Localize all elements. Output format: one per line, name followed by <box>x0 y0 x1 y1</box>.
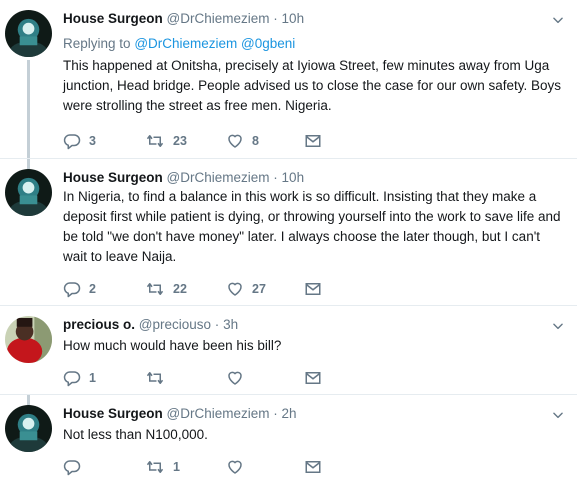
chevron-down-icon[interactable] <box>551 319 565 333</box>
tweet[interactable]: precious o. @preciouso · 3h How much wou… <box>0 306 577 394</box>
tweet-header: House Surgeon @DrChiemeziem · 2h <box>63 405 297 423</box>
timestamp[interactable]: 10h <box>282 170 305 185</box>
like-button[interactable] <box>226 457 252 477</box>
retweet-count: 1 <box>173 460 180 474</box>
avatar[interactable] <box>5 10 52 57</box>
like-icon <box>226 458 244 476</box>
retweet-icon <box>145 458 165 476</box>
timestamp[interactable]: 10h <box>282 11 305 26</box>
reply-icon <box>63 132 81 150</box>
separator-dot: · <box>273 170 278 185</box>
retweet-icon <box>145 280 165 298</box>
avatar[interactable] <box>5 405 52 452</box>
reply-icon <box>63 458 81 476</box>
retweet-button[interactable]: 22 <box>145 279 187 299</box>
reply-count: 3 <box>89 134 96 148</box>
like-icon <box>226 132 244 150</box>
retweet-button[interactable]: 23 <box>145 131 187 151</box>
retweet-count: 23 <box>173 134 187 148</box>
like-count: 8 <box>252 134 259 148</box>
tweet-text: Not less than N100,000. <box>63 427 208 442</box>
tweet[interactable]: House Surgeon @DrChiemeziem · 10h In Nig… <box>0 159 577 305</box>
direct-message-button[interactable] <box>304 279 322 299</box>
display-name[interactable]: precious o. <box>63 317 135 332</box>
replying-to-handles[interactable]: @DrChiemeziem @0gbeni <box>134 36 295 51</box>
direct-message-button[interactable] <box>304 131 322 151</box>
replying-to: Replying to @DrChiemeziem @0gbeni <box>63 35 295 53</box>
reply-icon <box>63 369 81 387</box>
tweet-header: House Surgeon @DrChiemeziem · 10h <box>63 169 304 187</box>
reply-button[interactable]: 2 <box>63 279 96 299</box>
display-name[interactable]: House Surgeon <box>63 170 163 185</box>
replying-to-label: Replying to <box>63 36 131 51</box>
reply-icon <box>63 280 81 298</box>
reply-button[interactable]: 3 <box>63 131 96 151</box>
separator-dot: · <box>273 406 278 421</box>
user-handle[interactable]: @DrChiemeziem <box>167 11 270 26</box>
user-handle[interactable]: @DrChiemeziem <box>167 406 270 421</box>
tweet-header: House Surgeon @DrChiemeziem · 10h <box>63 10 304 28</box>
retweet-button[interactable]: 1 <box>145 457 180 477</box>
like-button[interactable] <box>226 368 252 388</box>
retweet-icon <box>145 369 165 387</box>
tweet-text: How much would have been his bill? <box>63 338 282 353</box>
like-count: 27 <box>252 282 266 296</box>
tweet-header: precious o. @preciouso · 3h <box>63 316 238 334</box>
mail-icon <box>304 369 322 387</box>
avatar[interactable] <box>5 316 52 363</box>
timestamp[interactable]: 3h <box>223 317 238 332</box>
retweet-count: 22 <box>173 282 187 296</box>
chevron-down-icon[interactable] <box>551 13 565 27</box>
reply-button[interactable] <box>63 457 89 477</box>
timestamp[interactable]: 2h <box>282 406 297 421</box>
reply-count: 1 <box>89 371 96 385</box>
mail-icon <box>304 280 322 298</box>
direct-message-button[interactable] <box>304 368 322 388</box>
retweet-icon <box>145 132 165 150</box>
separator-dot: · <box>214 317 220 332</box>
reply-count: 2 <box>89 282 96 296</box>
tweet[interactable]: House Surgeon @DrChiemeziem · 2h Not les… <box>0 395 577 481</box>
like-icon <box>226 369 244 387</box>
display-name[interactable]: House Surgeon <box>63 11 163 26</box>
mail-icon <box>304 458 322 476</box>
direct-message-button[interactable] <box>304 457 322 477</box>
like-icon <box>226 280 244 298</box>
user-handle[interactable]: @preciouso <box>139 317 211 332</box>
display-name[interactable]: House Surgeon <box>63 406 163 421</box>
tweet[interactable]: House Surgeon @DrChiemeziem · 10h Replyi… <box>0 0 577 158</box>
like-button[interactable]: 27 <box>226 279 266 299</box>
reply-button[interactable]: 1 <box>63 368 96 388</box>
like-button[interactable]: 8 <box>226 131 259 151</box>
mail-icon <box>304 132 322 150</box>
avatar[interactable] <box>5 169 52 216</box>
user-handle[interactable]: @DrChiemeziem <box>167 170 270 185</box>
separator-dot: · <box>273 11 278 26</box>
tweet-text: This happened at Onitsha, precisely at I… <box>63 58 562 113</box>
chevron-down-icon[interactable] <box>551 408 565 422</box>
tweet-text: In Nigeria, to find a balance in this wo… <box>63 189 561 264</box>
retweet-button[interactable] <box>145 368 173 388</box>
